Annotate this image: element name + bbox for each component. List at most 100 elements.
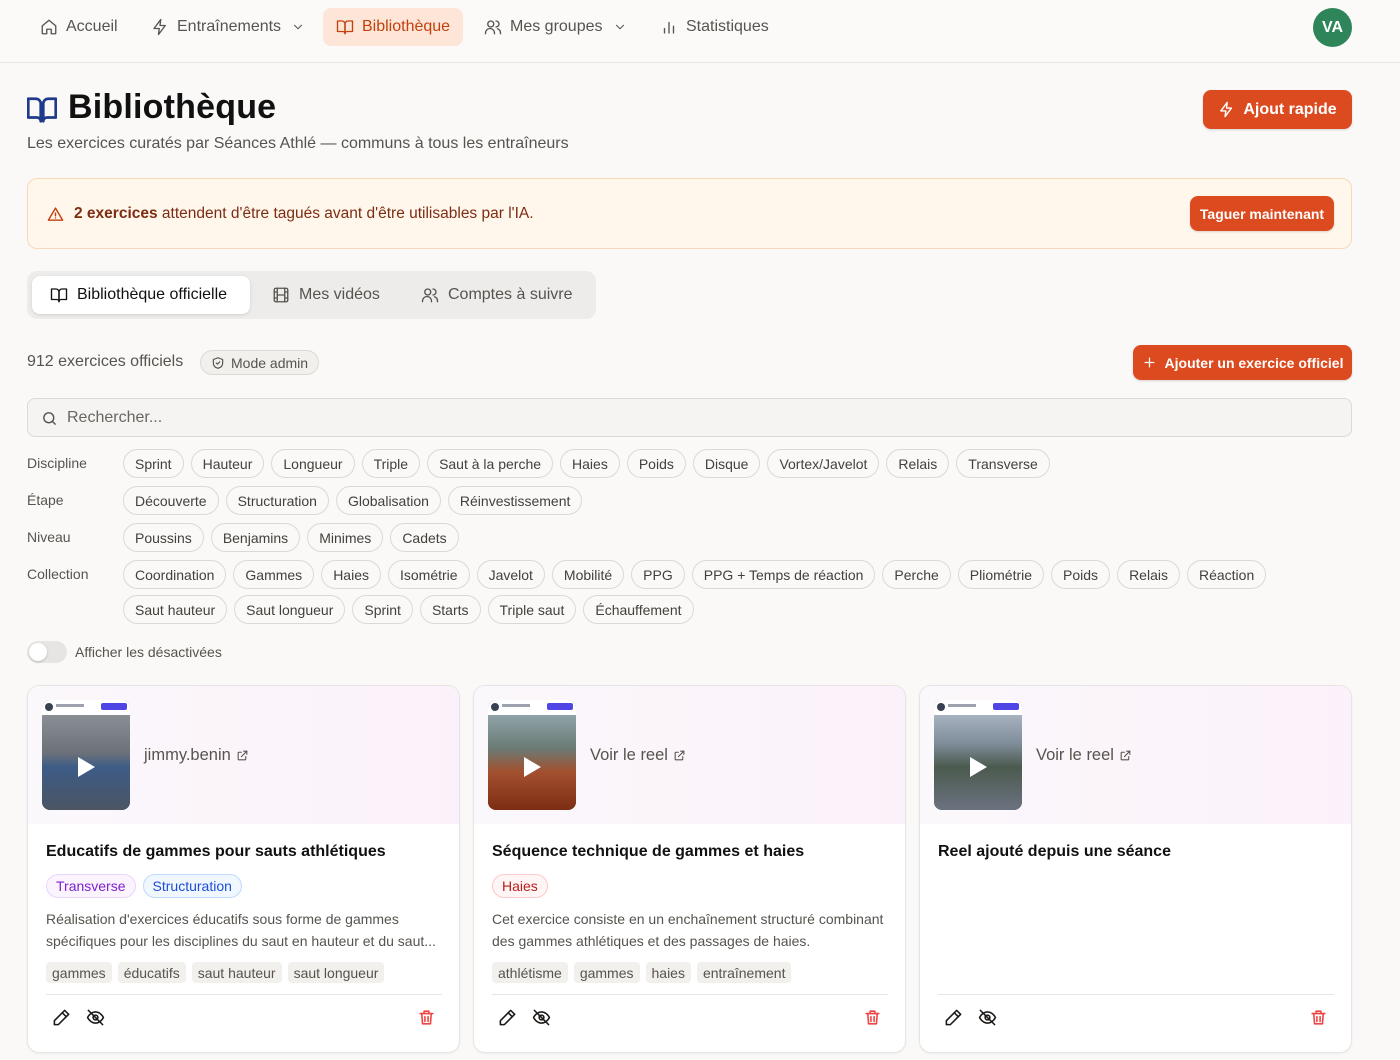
chip-poids[interactable]: Poids: [1051, 560, 1111, 589]
users-icon: [421, 288, 439, 303]
book-icon: [50, 288, 68, 303]
chip-minimes[interactable]: Minimes: [307, 523, 384, 552]
chip-relais[interactable]: Relais: [1117, 560, 1180, 589]
video-thumbnail[interactable]: [42, 700, 130, 810]
play-icon: [970, 757, 987, 777]
external-link-icon: [1120, 750, 1131, 761]
chip-reinvestissement[interactable]: Réinvestissement: [447, 486, 583, 515]
alert-text: attendent d'être tagués avant d'être uti…: [157, 205, 534, 222]
library-tabs: Bibliothèque officielle Mes vidéos Compt…: [27, 271, 596, 319]
chip-haies[interactable]: Haies: [321, 560, 381, 589]
view-reel-link[interactable]: Voir le reel: [1036, 746, 1132, 765]
delete-button[interactable]: [863, 1008, 885, 1030]
hide-button[interactable]: [532, 1008, 554, 1030]
plus-icon: [1144, 357, 1155, 368]
tag-transverse: Transverse: [46, 874, 136, 898]
chip-globalisation[interactable]: Globalisation: [335, 486, 441, 515]
pencil-icon: [53, 1009, 70, 1026]
chip-starts[interactable]: Starts: [419, 595, 481, 624]
trash-icon: [1311, 1010, 1326, 1025]
chip-echauffement[interactable]: Échauffement: [583, 595, 694, 624]
chip-haies[interactable]: Haies: [560, 449, 620, 478]
warning-icon: [47, 206, 64, 223]
chip-longueur[interactable]: Longueur: [271, 449, 355, 478]
chip-poussins[interactable]: Poussins: [123, 523, 204, 552]
divider: [938, 994, 1334, 995]
external-link-icon: [237, 750, 248, 761]
chip-pliometrie[interactable]: Pliométrie: [957, 560, 1045, 589]
delete-button[interactable]: [1309, 1008, 1331, 1030]
book-icon: [26, 96, 58, 124]
bolt-icon: [153, 18, 166, 36]
filter-label-discipline: Discipline: [27, 455, 87, 471]
chip-transverse[interactable]: Transverse: [956, 449, 1050, 478]
nav-item-mes-groupes[interactable]: Mes groupes: [471, 8, 640, 46]
chip-isometrie[interactable]: Isométrie: [387, 560, 470, 589]
edit-button[interactable]: [498, 1008, 520, 1030]
exercise-card: Voir le reel Reel ajouté depuis une séan…: [919, 685, 1352, 1053]
nav-label: Statistiques: [686, 18, 769, 35]
chip-reaction[interactable]: Réaction: [1186, 560, 1267, 589]
instagram-link[interactable]: jimmy.benin: [144, 746, 249, 765]
nav-item-bibliotheque[interactable]: Bibliothèque: [323, 8, 464, 46]
keyword: haies: [645, 962, 691, 983]
search-input[interactable]: [67, 399, 1337, 436]
delete-button[interactable]: [417, 1008, 439, 1030]
chip-hauteur[interactable]: Hauteur: [190, 449, 265, 478]
quick-add-label: Ajout rapide: [1243, 100, 1337, 118]
chip-relais[interactable]: Relais: [886, 449, 950, 478]
chip-ppg[interactable]: PPG: [631, 560, 685, 589]
divider: [492, 994, 888, 995]
chip-decouverte[interactable]: Découverte: [123, 486, 219, 515]
card-link-label: Voir le reel: [1036, 746, 1114, 764]
avatar[interactable]: VA: [1313, 8, 1352, 47]
eye-off-icon: [86, 1009, 105, 1026]
add-official-exercise-button[interactable]: Ajouter un exercice officiel: [1133, 345, 1352, 380]
chip-triple[interactable]: Triple: [361, 449, 421, 478]
tab-label: Comptes à suivre: [448, 286, 573, 303]
chip-ppg-temps-reaction[interactable]: PPG + Temps de réaction: [691, 560, 876, 589]
nav-item-statistiques[interactable]: Statistiques: [647, 8, 782, 46]
chip-vortex-javelot[interactable]: Vortex/Javelot: [767, 449, 880, 478]
chip-javelot[interactable]: Javelot: [476, 560, 545, 589]
alert-message: 2 exercices attendent d'être tagués avan…: [74, 205, 534, 223]
search-icon: [43, 412, 56, 425]
tab-bibliotheque-officielle[interactable]: Bibliothèque officielle: [32, 276, 250, 314]
exercise-card: Voir le reel Séquence technique de gamme…: [473, 685, 906, 1053]
chip-mobilite[interactable]: Mobilité: [551, 560, 625, 589]
chip-disque[interactable]: Disque: [692, 449, 761, 478]
tab-comptes-a-suivre[interactable]: Comptes à suivre: [403, 276, 591, 314]
hide-button[interactable]: [978, 1008, 1000, 1030]
video-thumbnail[interactable]: [934, 700, 1022, 810]
video-thumbnail[interactable]: [488, 700, 576, 810]
edit-button[interactable]: [52, 1008, 74, 1030]
tag-now-button[interactable]: Taguer maintenant: [1190, 196, 1334, 231]
chip-cadets[interactable]: Cadets: [390, 523, 459, 552]
card-title: Educatifs de gammes pour sauts athlétiqu…: [46, 843, 386, 860]
chip-sprint[interactable]: Sprint: [123, 449, 184, 478]
chip-saut-perche[interactable]: Saut à la perche: [427, 449, 554, 478]
chip-poids[interactable]: Poids: [626, 449, 686, 478]
show-disabled-toggle[interactable]: [27, 641, 67, 663]
chip-structuration[interactable]: Structuration: [225, 486, 329, 515]
view-reel-link[interactable]: Voir le reel: [590, 746, 686, 765]
edit-button[interactable]: [944, 1008, 966, 1030]
niveau-chips: Poussins Benjamins Minimes Cadets: [123, 523, 459, 552]
chip-gammes[interactable]: Gammes: [233, 560, 315, 589]
thumbnail-header: [42, 700, 130, 715]
nav-item-entrainements[interactable]: Entraînements: [138, 8, 318, 46]
chip-perche[interactable]: Perche: [882, 560, 951, 589]
eye-off-icon: [978, 1009, 997, 1026]
search-bar: [27, 398, 1352, 437]
chip-saut-hauteur[interactable]: Saut hauteur: [123, 595, 228, 624]
quick-add-button[interactable]: Ajout rapide: [1203, 90, 1352, 129]
chip-coordination[interactable]: Coordination: [123, 560, 227, 589]
chip-benjamins[interactable]: Benjamins: [210, 523, 301, 552]
tab-mes-videos[interactable]: Mes vidéos: [254, 276, 398, 314]
hide-button[interactable]: [86, 1008, 108, 1030]
tag-haies: Haies: [492, 874, 548, 898]
nav-item-accueil[interactable]: Accueil: [27, 8, 131, 46]
chip-sprint[interactable]: Sprint: [352, 595, 413, 624]
chip-saut-longueur[interactable]: Saut longueur: [234, 595, 346, 624]
chip-triple-saut[interactable]: Triple saut: [487, 595, 577, 624]
